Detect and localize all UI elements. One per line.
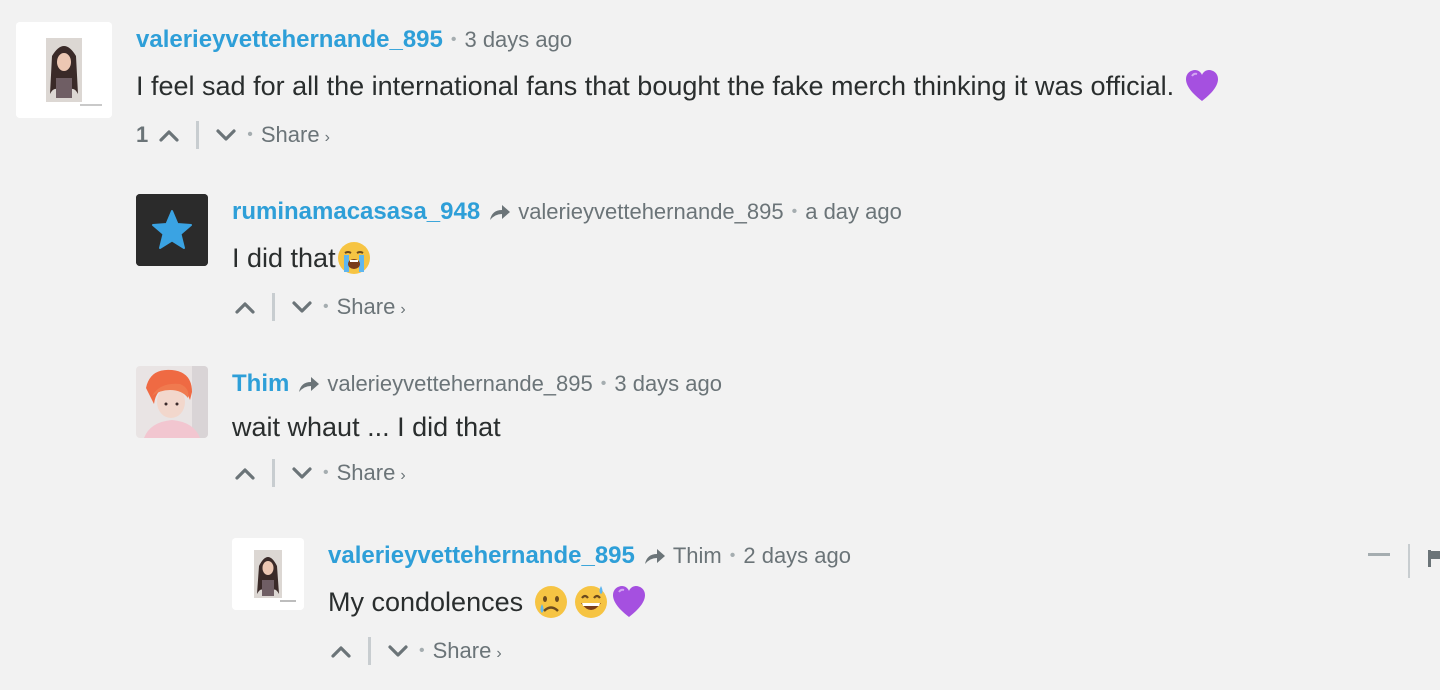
chevron-down-icon xyxy=(216,129,236,141)
author-link[interactable]: ruminamacasasa_948 xyxy=(232,198,480,226)
flag-icon[interactable] xyxy=(1426,548,1440,568)
footer-separator: • xyxy=(323,298,329,315)
share-label: Share xyxy=(336,294,396,319)
vote-divider xyxy=(196,121,200,149)
comment-text: My condolences xyxy=(328,584,851,620)
downvote-button[interactable] xyxy=(385,638,411,664)
avatar[interactable] xyxy=(16,22,112,118)
avatar-photo-icon xyxy=(232,538,304,610)
footer-separator: • xyxy=(247,126,253,143)
chevron-down-icon xyxy=(292,301,312,313)
downvote-button[interactable] xyxy=(289,294,315,320)
avatar[interactable] xyxy=(136,366,208,438)
chevron-right-icon: › xyxy=(400,467,406,484)
purple-heart-icon xyxy=(611,584,647,620)
chevron-right-icon: › xyxy=(496,645,502,662)
comment-message: I did that xyxy=(232,243,336,273)
vote-count: 1 xyxy=(136,122,149,147)
chevron-up-icon xyxy=(159,130,179,142)
meta-separator: • xyxy=(450,31,457,48)
share-button[interactable]: Share › xyxy=(261,122,330,148)
parent-author-link[interactable]: valerieyvettehernande_895 xyxy=(518,199,783,225)
chevron-down-icon xyxy=(388,645,408,657)
chevron-up-icon xyxy=(235,468,255,480)
comment-text: I feel sad for all the international fan… xyxy=(136,68,1220,104)
upvote-button[interactable] xyxy=(232,460,258,486)
share-button[interactable]: Share › xyxy=(433,638,502,664)
footer-separator: • xyxy=(419,642,425,659)
menu-divider xyxy=(1408,544,1410,578)
comment-header: valerieyvettehernande_895 • 3 days ago xyxy=(136,22,1220,58)
avatar-photo-icon xyxy=(16,22,112,118)
timestamp[interactable]: 3 days ago xyxy=(614,371,722,397)
meta-separator: • xyxy=(600,375,607,392)
comment-header: valerieyvettehernande_895 Thim • 2 days … xyxy=(328,538,851,574)
chevron-right-icon: › xyxy=(400,301,406,318)
share-button[interactable]: Share › xyxy=(337,460,406,486)
grinning-sweat-face-icon xyxy=(573,584,609,620)
crying-face-icon xyxy=(533,584,569,620)
author-link[interactable]: valerieyvettehernande_895 xyxy=(328,542,635,570)
share-label: Share xyxy=(336,460,396,485)
comment-thread: valerieyvettehernande_895 • 3 days ago I… xyxy=(0,0,1440,690)
avatar-photo-icon xyxy=(136,366,208,438)
downvote-button[interactable] xyxy=(289,460,315,486)
avatar[interactable] xyxy=(232,538,304,610)
comment-message: wait whaut ... I did that xyxy=(232,412,501,442)
parent-author-link[interactable]: Thim xyxy=(673,543,722,569)
share-label: Share xyxy=(260,122,320,147)
comment-footer: • Share › xyxy=(232,290,902,324)
author-link[interactable]: valerieyvettehernande_895 xyxy=(136,26,443,54)
upvote-button[interactable] xyxy=(328,638,354,664)
chevron-up-icon xyxy=(331,646,351,658)
parent-author-link[interactable]: valerieyvettehernande_895 xyxy=(327,371,592,397)
reply-arrow-icon xyxy=(643,546,667,566)
share-label: Share xyxy=(432,638,492,663)
reply-arrow-icon xyxy=(488,202,512,222)
vote-divider xyxy=(272,459,275,487)
comment-text: wait whaut ... I did that xyxy=(232,412,722,442)
loudly-crying-face-icon xyxy=(336,240,372,276)
chevron-right-icon: › xyxy=(324,129,330,146)
reply-arrow-icon xyxy=(297,374,321,394)
star-icon xyxy=(136,194,208,266)
comment-footer: 1 • Share › xyxy=(136,118,1220,152)
avatar[interactable] xyxy=(136,194,208,266)
timestamp[interactable]: 3 days ago xyxy=(464,27,572,53)
comment-text: I did that xyxy=(232,240,902,276)
downvote-button[interactable] xyxy=(213,122,239,148)
footer-separator: • xyxy=(323,464,329,481)
comment-header: ruminamacasasa_948 valerieyvettehernande… xyxy=(232,194,902,230)
chevron-up-icon xyxy=(235,302,255,314)
meta-separator: • xyxy=(729,547,736,564)
comment-message: My condolences xyxy=(328,587,524,617)
vote-divider xyxy=(272,293,275,321)
upvote-button[interactable] xyxy=(156,122,182,148)
comment-footer: • Share › xyxy=(328,634,851,668)
upvote-button[interactable] xyxy=(232,294,258,320)
timestamp[interactable]: a day ago xyxy=(805,199,902,225)
comment-message: I feel sad for all the international fan… xyxy=(136,71,1175,101)
comment-footer: • Share › xyxy=(232,456,722,490)
comment-header: Thim valerieyvettehernande_895 • 3 days … xyxy=(232,366,722,402)
timestamp[interactable]: 2 days ago xyxy=(743,543,851,569)
author-link[interactable]: Thim xyxy=(232,370,289,398)
collapse-button[interactable] xyxy=(1368,553,1390,556)
chevron-down-icon xyxy=(292,467,312,479)
purple-heart-icon xyxy=(1184,68,1220,104)
share-button[interactable]: Share › xyxy=(337,294,406,320)
vote-divider xyxy=(368,637,371,665)
meta-separator: • xyxy=(791,203,798,220)
